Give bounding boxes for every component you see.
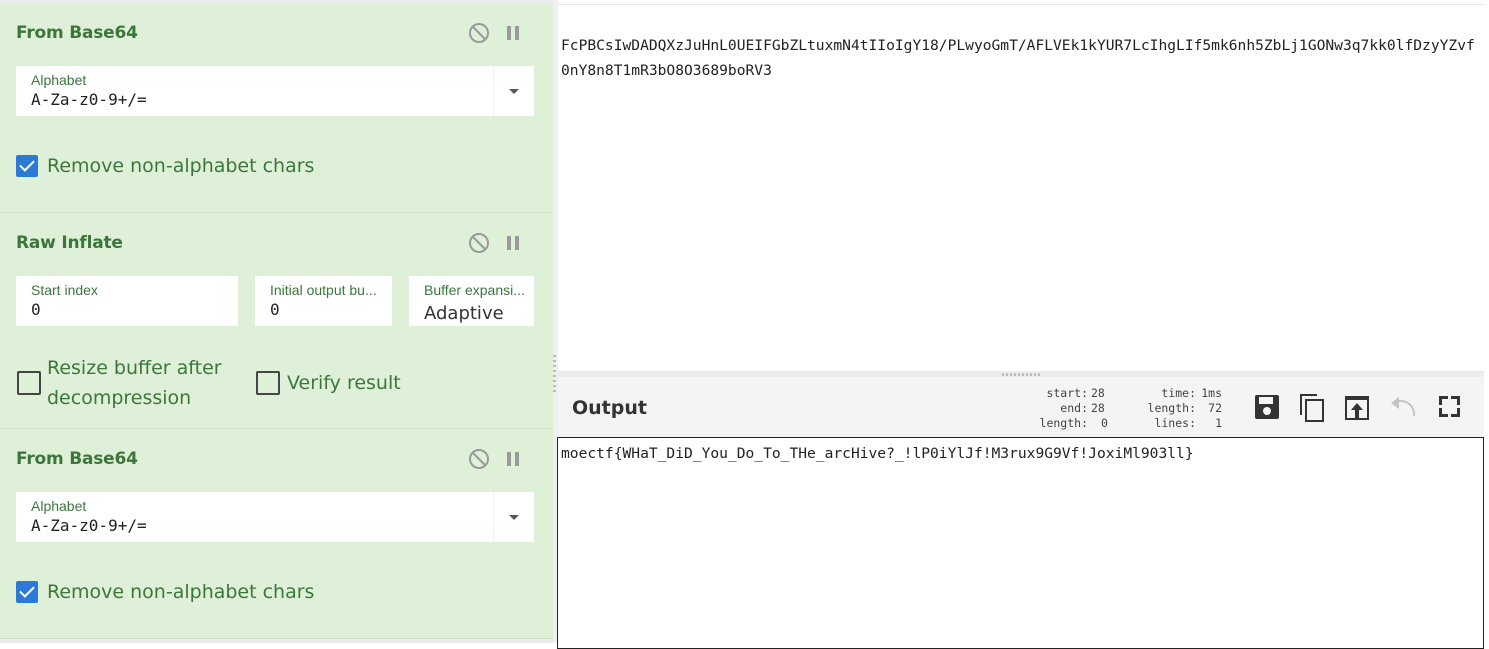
remove-non-alphabet-checkbox[interactable] — [16, 155, 38, 177]
remove-non-alphabet-checkbox[interactable] — [16, 581, 38, 603]
output-text[interactable]: moectf{WHaT_DiD_You_Do_To_THe_arcHive?_!… — [561, 443, 1194, 465]
start-index-field[interactable]: Start index 0 — [16, 276, 238, 326]
stat-lines-label: lines: — [1154, 416, 1196, 430]
maximise-icon[interactable] — [1438, 394, 1464, 420]
operation-title: From Base64 — [16, 449, 138, 469]
buffer-expansion-value[interactable]: Adaptive — [424, 303, 504, 324]
recipe-panel: From Base64 Alphabet A-Za-z0-9+/= Remove… — [0, 0, 553, 643]
remove-non-alphabet-label[interactable]: Remove non-alphabet chars — [47, 151, 314, 181]
buffer-expansion-label: Buffer expansi... — [424, 282, 525, 298]
alphabet-value[interactable]: A-Za-z0-9+/= — [31, 90, 147, 109]
stat-start-value: 28 — [1091, 386, 1105, 400]
initial-output-buffer-value[interactable]: 0 — [270, 300, 280, 319]
start-index-value[interactable]: 0 — [31, 300, 41, 319]
alphabet-label: Alphabet — [31, 72, 87, 88]
verify-result-label[interactable]: Verify result — [287, 368, 401, 398]
resize-buffer-checkbox[interactable] — [17, 371, 41, 395]
verify-result-checkbox[interactable] — [256, 371, 280, 395]
disable-icon[interactable] — [469, 233, 489, 253]
operation-from-base64-1: From Base64 Alphabet A-Za-z0-9+/= Remove… — [0, 3, 553, 213]
disable-icon[interactable] — [469, 449, 489, 469]
input-pane[interactable]: FcPBCsIwDADQXzJuHnL0UEIFGbZLtuxmN4tIIoIg… — [558, 4, 1484, 372]
splitter-grip-icon[interactable] — [553, 355, 556, 395]
pause-icon[interactable] — [507, 236, 520, 250]
operation-raw-inflate: Raw Inflate Start index 0 Initial output… — [0, 213, 553, 429]
chevron-down-icon[interactable] — [493, 492, 534, 542]
input-textarea[interactable]: FcPBCsIwDADQXzJuHnL0UEIFGbZLtuxmN4tIIoIg… — [561, 33, 1479, 83]
stat-selection-length-label: length: — [1039, 416, 1088, 430]
save-icon[interactable] — [1254, 394, 1280, 420]
alphabet-label: Alphabet — [31, 498, 87, 514]
stat-start-label: start: — [1046, 386, 1088, 400]
alphabet-select[interactable]: Alphabet A-Za-z0-9+/= — [16, 492, 534, 542]
start-index-label: Start index — [31, 282, 98, 298]
resize-buffer-label[interactable]: Resize buffer after decompression — [47, 353, 237, 413]
output-textarea[interactable]: moectf{WHaT_DiD_You_Do_To_THe_arcHive?_!… — [557, 437, 1484, 649]
copy-icon[interactable] — [1299, 394, 1325, 422]
remove-non-alphabet-label[interactable]: Remove non-alphabet chars — [47, 577, 314, 607]
stat-end-value: 28 — [1091, 401, 1105, 415]
output-header: Output start: 28 end: 28 length: 0 time:… — [558, 377, 1484, 437]
initial-output-buffer-label: Initial output bu... — [270, 282, 377, 298]
undo-icon[interactable] — [1390, 394, 1416, 420]
pause-icon[interactable] — [507, 452, 520, 466]
alphabet-value[interactable]: A-Za-z0-9+/= — [31, 516, 147, 535]
replace-input-icon[interactable] — [1345, 394, 1371, 420]
splitter-grip-icon[interactable] — [1002, 373, 1040, 376]
stat-lines-value: 1 — [1215, 416, 1222, 430]
disable-icon[interactable] — [469, 23, 489, 43]
operation-from-base64-2: From Base64 Alphabet A-Za-z0-9+/= Remove… — [0, 429, 553, 639]
stat-length-value: 72 — [1208, 401, 1222, 415]
operation-title: From Base64 — [16, 23, 138, 43]
pause-icon[interactable] — [507, 26, 520, 40]
alphabet-select[interactable]: Alphabet A-Za-z0-9+/= — [16, 66, 534, 116]
stat-length-label: length: — [1147, 401, 1196, 415]
stat-end-label: end: — [1060, 401, 1088, 415]
buffer-expansion-select[interactable]: Buffer expansi... Adaptive — [409, 276, 534, 326]
initial-output-buffer-field[interactable]: Initial output bu... 0 — [255, 276, 392, 326]
chevron-down-icon[interactable] — [493, 66, 534, 116]
stat-selection-length-value: 0 — [1101, 416, 1108, 430]
stat-time-label: time: — [1161, 386, 1196, 400]
operation-title: Raw Inflate — [16, 233, 123, 253]
stat-time-value: 1ms — [1201, 386, 1222, 400]
output-title: Output — [572, 397, 647, 419]
